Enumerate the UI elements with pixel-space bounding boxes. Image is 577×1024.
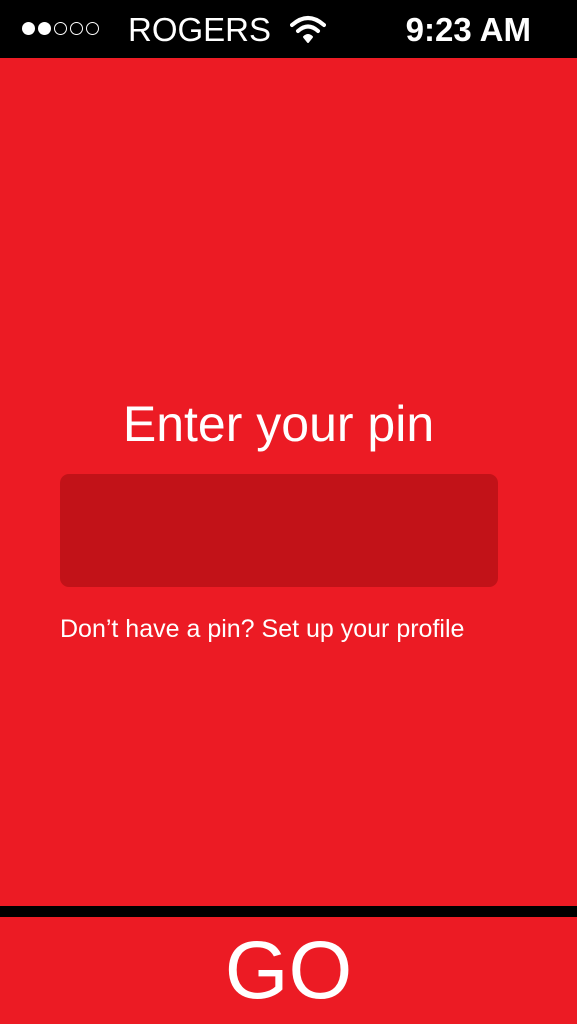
setup-profile-link[interactable]: Don’t have a pin? Set up your profile [60,614,464,644]
page-title: Enter your pin [122,396,435,452]
go-button[interactable]: GO [0,917,577,1024]
clock-time: 9:23 AM [405,11,531,48]
signal-dot-filled [22,22,35,35]
signal-dot-empty [86,22,99,35]
carrier-name: ROGERS [128,11,272,48]
pin-entry-panel: Enter your pin Don’t have a pin? Set up … [0,58,577,906]
wifi-icon [290,16,326,43]
status-bar: ROGERS 9:23 AM [0,0,577,58]
pin-input[interactable] [60,474,498,587]
signal-dot-empty [70,22,83,35]
signal-dot-empty [54,22,67,35]
signal-strength-icon [22,22,99,35]
footer-divider [0,906,577,917]
signal-dot-filled [38,22,51,35]
